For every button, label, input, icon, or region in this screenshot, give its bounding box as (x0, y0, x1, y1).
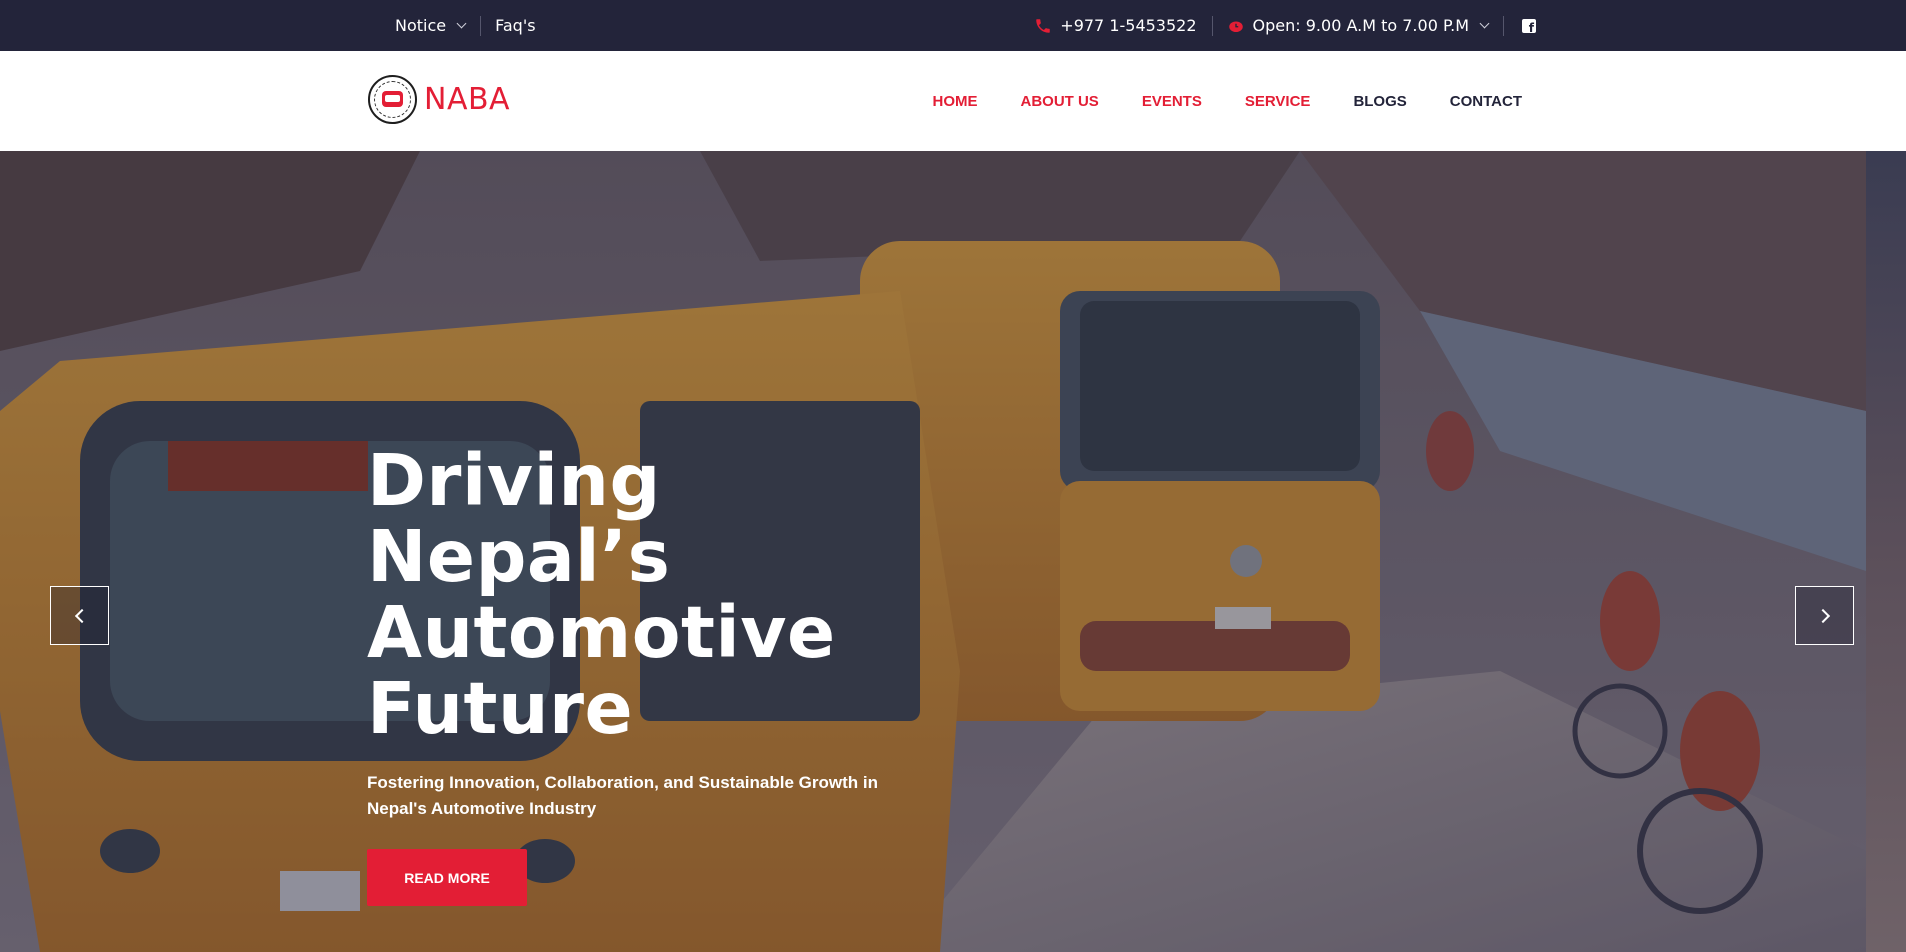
hero-slider: Driving Nepal’s Automotive Future Foster… (0, 151, 1906, 952)
facebook-icon[interactable]: f (1522, 18, 1536, 34)
phone-link[interactable]: +977 1-5453522 (1034, 16, 1197, 35)
phone-icon (1034, 17, 1052, 35)
main-nav: HOME ABOUT US EVENTS SERVICE BLOGS CONTA… (889, 51, 1522, 151)
hours-text: Open: 9.00 A.M to 7.00 P.M (1252, 16, 1469, 35)
logo[interactable]: NABA (368, 75, 510, 124)
divider (480, 15, 482, 36)
hero-subtitle: Fostering Innovation, Collaboration, and… (367, 773, 878, 818)
nav-item-events[interactable]: EVENTS (1142, 93, 1202, 110)
chevron-down-icon (1479, 18, 1490, 28)
top-bar: Notice Faq's +977 1-5453522 Open: 9.00 A… (0, 0, 1906, 51)
hero-title-line: Driving Nepal’s (367, 439, 671, 598)
chevron-down-icon (456, 18, 467, 28)
slider-next-button[interactable] (1795, 586, 1854, 645)
nav-item-about-us[interactable]: ABOUT US (1020, 93, 1098, 110)
brand-name: NABA (424, 82, 511, 117)
hero-title-line: Automotive (367, 591, 836, 674)
divider (1503, 15, 1504, 36)
chevron-right-icon (1815, 608, 1830, 623)
clock-icon (1227, 17, 1245, 35)
hero-content: Driving Nepal’s Automotive Future Foster… (367, 443, 987, 906)
next-slide-peek (1866, 151, 1906, 952)
nav-item-home[interactable]: HOME (932, 93, 977, 110)
slider-prev-button[interactable] (50, 586, 109, 645)
divider (1211, 15, 1213, 36)
site-header: NABA HOME ABOUT US EVENTS SERVICE BLOGS … (0, 51, 1906, 151)
faq-link[interactable]: Faq's (495, 16, 535, 35)
top-bar-left: Notice Faq's (395, 0, 536, 51)
nav-item-contact[interactable]: CONTACT (1450, 93, 1522, 110)
nav-item-service[interactable]: SERVICE (1245, 93, 1311, 110)
nav-item-blogs[interactable]: BLOGS (1353, 93, 1406, 110)
hero-title-line: Future (367, 667, 634, 750)
notice-dropdown[interactable]: Notice (395, 16, 467, 35)
hours-dropdown[interactable]: Open: 9.00 A.M to 7.00 P.M (1227, 16, 1490, 35)
notice-label: Notice (395, 16, 447, 35)
chevron-left-icon (74, 608, 89, 623)
read-more-button[interactable]: READ MORE (367, 849, 527, 906)
hero-title: Driving Nepal’s Automotive Future (367, 443, 987, 747)
logo-emblem-icon (368, 75, 417, 124)
top-bar-right: +977 1-5453522 Open: 9.00 A.M to 7.00 P.… (1034, 0, 1536, 51)
faq-label: Faq's (495, 16, 536, 35)
phone-number: +977 1-5453522 (1060, 16, 1197, 35)
